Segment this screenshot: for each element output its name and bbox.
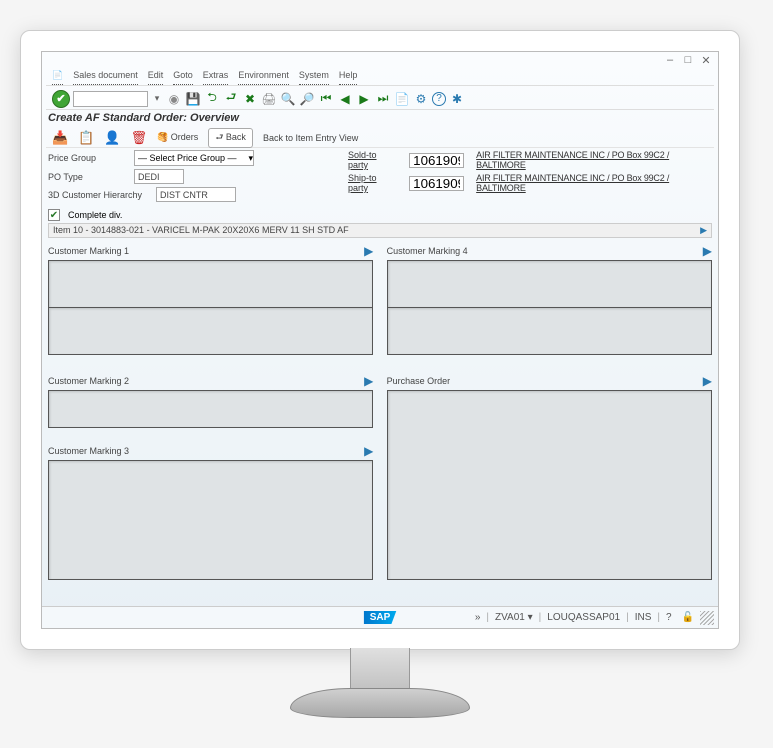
status-tcode[interactable]: ZVA01 ▾ bbox=[491, 612, 537, 623]
cm4-expand-icon[interactable]: ▶ bbox=[703, 244, 712, 258]
prev-page-icon[interactable]: ◀ bbox=[337, 91, 353, 107]
window-titlebar: – □ ✕ bbox=[663, 52, 718, 68]
back-button[interactable]: ⮐ Back bbox=[208, 128, 253, 148]
save-icon[interactable]: 💾 bbox=[185, 91, 201, 107]
party-block: Sold-to party AIR FILTER MAINTENANCE INC… bbox=[348, 150, 712, 205]
cm1-textarea[interactable] bbox=[48, 260, 373, 308]
status-help-icon[interactable]: ? bbox=[662, 612, 676, 623]
delete-icon[interactable]: 🗑 bbox=[131, 130, 148, 146]
menu-goto[interactable]: Goto bbox=[173, 70, 193, 85]
menubar: 📄 Sales document Edit Goto Extras Enviro… bbox=[46, 70, 714, 86]
cm4-label: Customer Marking 4 bbox=[387, 246, 468, 256]
help-icon[interactable]: ? bbox=[432, 92, 446, 106]
sold-to-link[interactable]: AIR FILTER MAINTENANCE INC / PO Box 99C2… bbox=[476, 150, 712, 170]
cm4-textarea-2[interactable] bbox=[387, 307, 712, 355]
sap-logo: SAP bbox=[364, 611, 397, 624]
orders-button[interactable]: 🥞 Orders bbox=[157, 132, 198, 143]
sold-to-code[interactable] bbox=[409, 153, 464, 168]
complete-div-label: Complete div. bbox=[68, 210, 122, 220]
item-entry-view-link[interactable]: Back to Item Entry View bbox=[263, 133, 358, 143]
cm2-expand-icon[interactable]: ▶ bbox=[364, 374, 373, 388]
cm3-label: Customer Marking 3 bbox=[48, 446, 129, 456]
cm2-label: Customer Marking 2 bbox=[48, 376, 129, 386]
menu-help[interactable]: Help bbox=[339, 70, 358, 85]
close-button[interactable]: ✕ bbox=[699, 54, 713, 67]
status-lock-icon[interactable]: 🔓 bbox=[678, 612, 698, 623]
enter-button[interactable]: ✔ bbox=[52, 90, 70, 108]
ship-to-label[interactable]: Ship-to party bbox=[348, 173, 397, 193]
item-title-text: Item 10 - 3014883-021 - VARICEL M-PAK 20… bbox=[53, 225, 349, 236]
po-textarea[interactable] bbox=[387, 390, 712, 580]
page-title: Create AF Standard Order: Overview bbox=[48, 112, 239, 124]
cm1-textarea-2[interactable] bbox=[48, 307, 373, 355]
menu-extras[interactable]: Extras bbox=[203, 70, 229, 85]
po-type-label: PO Type bbox=[48, 172, 126, 182]
cust-hierarchy-input[interactable] bbox=[156, 187, 236, 202]
menu-sales-document[interactable]: Sales document bbox=[73, 70, 138, 85]
cust-hierarchy-label: 3D Customer Hierarchy bbox=[48, 190, 148, 200]
settings-icon[interactable]: ✱ bbox=[449, 91, 465, 107]
glass-icon[interactable]: ◉ bbox=[166, 91, 182, 107]
header-form: Price Group — Select Price Group —▾ PO T… bbox=[48, 150, 712, 238]
maximize-button[interactable]: □ bbox=[681, 54, 695, 66]
status-bar: SAP » | ZVA01 ▾ | LOUQASSAP01 | INS | ? … bbox=[42, 606, 718, 628]
import-icon[interactable]: 📥 bbox=[52, 130, 68, 146]
findnext-icon[interactable]: 🔎 bbox=[299, 91, 315, 107]
cm1-label: Customer Marking 1 bbox=[48, 246, 129, 256]
complete-div-checkbox[interactable]: ✔ bbox=[48, 209, 60, 221]
monitor-stand bbox=[290, 648, 470, 728]
price-group-select[interactable]: — Select Price Group —▾ bbox=[134, 150, 254, 166]
cm3-textarea[interactable] bbox=[48, 460, 373, 580]
last-page-icon[interactable]: ⏭ bbox=[375, 91, 391, 107]
main-toolbar: ✔ ▾ ◉ 💾 ⮌ ⮐ ✖ 🖨 🔍 🔎 ⏮ ◀ ▶ ⏭ 📄 ⚙ ? ✱ bbox=[46, 88, 714, 110]
document-icon[interactable]: 📄 bbox=[52, 70, 63, 85]
minimize-button[interactable]: – bbox=[663, 54, 677, 66]
item-title-bar: Item 10 - 3014883-021 - VARICEL M-PAK 20… bbox=[48, 223, 712, 238]
cm1-expand-icon[interactable]: ▶ bbox=[364, 244, 373, 258]
command-field[interactable] bbox=[73, 91, 148, 107]
monitor-frame: – □ ✕ 📄 Sales document Edit Goto Extras … bbox=[20, 30, 740, 650]
ship-to-link[interactable]: AIR FILTER MAINTENANCE INC / PO Box 99C2… bbox=[476, 173, 712, 193]
status-insert-mode[interactable]: INS bbox=[631, 612, 656, 623]
status-arrows[interactable]: » bbox=[471, 612, 485, 623]
ship-to-code[interactable] bbox=[409, 176, 464, 191]
user-icon[interactable]: 👤 bbox=[104, 130, 120, 146]
status-server: LOUQASSAP01 bbox=[543, 612, 624, 623]
exit-icon[interactable]: ⮐ bbox=[223, 91, 239, 107]
cm3-expand-icon[interactable]: ▶ bbox=[364, 444, 373, 458]
app-toolbar: 📥 📋 👤 🗑 🥞 Orders ⮐ Back Back to Item Ent… bbox=[46, 128, 714, 148]
price-group-label: Price Group bbox=[48, 153, 126, 163]
resize-grip[interactable] bbox=[700, 611, 714, 625]
po-type-input[interactable] bbox=[134, 169, 184, 184]
menu-edit[interactable]: Edit bbox=[148, 70, 164, 85]
sold-to-label[interactable]: Sold-to party bbox=[348, 150, 397, 170]
item-expand-icon[interactable]: ▶ bbox=[700, 225, 707, 236]
layout-icon[interactable]: ⚙ bbox=[413, 91, 429, 107]
po-expand-icon[interactable]: ▶ bbox=[703, 374, 712, 388]
menu-system[interactable]: System bbox=[299, 70, 329, 85]
find-icon[interactable]: 🔍 bbox=[280, 91, 296, 107]
cancel-icon[interactable]: ✖ bbox=[242, 91, 258, 107]
print-icon[interactable]: 🖨 bbox=[261, 91, 277, 107]
next-page-icon[interactable]: ▶ bbox=[356, 91, 372, 107]
po-label: Purchase Order bbox=[387, 376, 451, 386]
display-icon[interactable]: 📋 bbox=[78, 130, 94, 146]
back-icon[interactable]: ⮌ bbox=[204, 91, 220, 107]
screen: – □ ✕ 📄 Sales document Edit Goto Extras … bbox=[41, 51, 719, 629]
command-dropdown[interactable]: ▾ bbox=[151, 93, 163, 104]
menu-environment[interactable]: Environment bbox=[238, 70, 289, 85]
create-session-icon[interactable]: 📄 bbox=[394, 91, 410, 107]
cm2-textarea[interactable] bbox=[48, 390, 373, 428]
text-panels: Customer Marking 1 ▶ Customer Marking 2 … bbox=[48, 244, 712, 600]
cm4-textarea[interactable] bbox=[387, 260, 712, 308]
first-page-icon[interactable]: ⏮ bbox=[318, 91, 334, 107]
